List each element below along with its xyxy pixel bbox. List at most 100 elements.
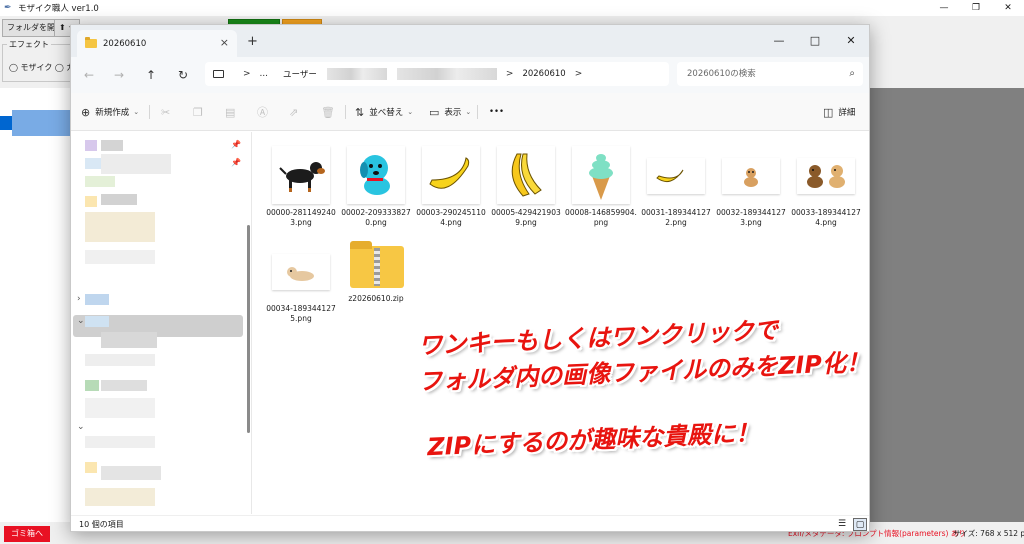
file-item[interactable]: 00005-4294219039.png (490, 146, 562, 238)
blurred-path-segment (396, 68, 497, 80)
file-item[interactable]: 00033-1893441274.png (790, 146, 862, 238)
plus-circle-icon: ⊕ (81, 105, 91, 119)
divider (345, 105, 346, 119)
file-item[interactable]: 00032-1893441273.png (715, 146, 787, 238)
file-name: 00005-4294219039.png (491, 208, 561, 227)
file-name: 00033-1893441274.png (791, 208, 861, 227)
chevron-right-icon[interactable]: › (77, 294, 81, 304)
zip-folder-icon (350, 241, 404, 288)
restore-icon[interactable]: ❐ (960, 0, 992, 16)
paste-button[interactable]: ▤ (225, 103, 240, 121)
scissors-icon: ✂ (161, 105, 171, 119)
details-view-icon[interactable]: ☰ (835, 518, 849, 531)
pane-divider[interactable] (251, 132, 252, 514)
banana-icon (647, 158, 705, 194)
search-placeholder: 20260610の検索 (687, 69, 756, 79)
new-button[interactable]: ⊕ 新規作成 ⌄ (81, 103, 139, 121)
chevron-down-icon: ⌄ (465, 108, 472, 116)
details-button[interactable]: ◫ 詳細 (823, 103, 855, 121)
nav-item[interactable] (85, 212, 155, 242)
close-icon[interactable]: ✕ (992, 0, 1024, 16)
dog-icon (272, 146, 330, 204)
folder-icon (85, 37, 97, 48)
minimize-icon[interactable]: — (928, 0, 960, 16)
chevron-down-icon[interactable]: ⌄ (77, 422, 85, 432)
nav-item[interactable] (101, 140, 123, 151)
dog-icon (347, 146, 405, 204)
cut-button[interactable]: ✂ (161, 103, 175, 121)
up-arrow-icon[interactable]: ↑ (141, 65, 161, 85)
maximize-icon[interactable]: □ (797, 25, 833, 57)
close-icon[interactable]: ✕ (833, 25, 869, 57)
view-label: 表示 (444, 108, 462, 118)
explorer-tabbar: 20260610 × + — □ ✕ (71, 25, 869, 57)
breadcrumb-user[interactable]: ユーザー (283, 68, 317, 80)
computer-icon (213, 70, 224, 78)
nav-item-icon (85, 294, 109, 305)
file-list-panel[interactable] (0, 88, 70, 522)
nav-item[interactable] (101, 332, 157, 348)
image-size-status: サイズ: 768 x 512 px (953, 529, 1024, 538)
back-arrow-icon[interactable]: ← (79, 65, 99, 85)
folder-icon (85, 462, 97, 473)
tab-label: 20260610 (103, 38, 147, 49)
file-item[interactable]: z20260610.zip (340, 241, 412, 334)
nav-item-icon (85, 316, 109, 327)
nav-item[interactable] (101, 154, 171, 174)
file-item[interactable]: 00031-1893441272.png (640, 146, 712, 238)
nav-item[interactable] (101, 194, 137, 205)
breadcrumb-separator: > (505, 69, 514, 79)
share-button[interactable]: ⇗ (289, 103, 303, 121)
tab-20260610[interactable]: 20260610 × (77, 30, 237, 57)
sort-button[interactable]: ⇅ 並べ替え ⌄ (355, 103, 413, 121)
file-item[interactable]: 00003-2902451104.png (415, 146, 487, 238)
address-bar-row: ← → ↑ ↻ > … ユーザー > 20260610 > 20260610の検… (71, 57, 869, 93)
copy-button[interactable]: ❐ (193, 103, 208, 121)
new-tab-button[interactable]: + (247, 34, 258, 49)
more-label: ••• (489, 107, 505, 117)
nav-item[interactable] (85, 488, 155, 506)
mosaic-radio[interactable]: ◯ モザイク ◯ ガ (9, 62, 74, 73)
nav-item[interactable] (85, 354, 155, 366)
details-label: 詳細 (838, 108, 856, 118)
sort-icon: ⇅ (355, 105, 365, 119)
tab-close-icon[interactable]: × (220, 36, 229, 49)
large-icons-view-icon[interactable]: ▢ (853, 518, 867, 531)
ice-cream-icon (572, 146, 630, 204)
selection-marker (0, 116, 12, 130)
forward-arrow-icon[interactable]: → (109, 65, 129, 85)
app-titlebar: ✒ モザイク職人 ver1.0 — ❐ ✕ (0, 0, 1024, 16)
minimize-icon[interactable]: — (761, 25, 797, 57)
file-item[interactable]: 00002-2093338270.png (340, 146, 412, 238)
nav-scrollbar[interactable] (247, 225, 250, 433)
more-options-button[interactable]: ••• (489, 103, 504, 121)
nav-item[interactable] (85, 250, 155, 264)
breadcrumb-current[interactable]: 20260610 (522, 69, 565, 79)
delete-button[interactable]: 🗑 (321, 103, 340, 121)
trash-button[interactable]: ゴミ箱へ (4, 526, 50, 542)
rename-button[interactable]: Ⓐ (257, 103, 273, 121)
breadcrumb-ellipsis[interactable]: … (260, 69, 269, 79)
app-window-controls: — ❐ ✕ (928, 0, 1024, 16)
effect-legend: エフェクト (7, 39, 51, 50)
dog-icon (797, 158, 855, 194)
search-input[interactable]: 20260610の検索 ⌕ (677, 62, 863, 86)
navigation-pane[interactable]: 📌 📌 › ⌄ ⌄ (71, 132, 245, 514)
view-icon: ▭ (429, 105, 440, 119)
nav-item-icon (85, 176, 115, 187)
selected-row[interactable] (12, 110, 70, 136)
nav-item[interactable] (101, 380, 147, 391)
file-name: 00008-146859904.png (565, 208, 637, 227)
nav-item[interactable] (85, 398, 155, 418)
file-name: 00003-2902451104.png (416, 208, 486, 227)
file-item[interactable]: 00034-1893441275.png (265, 242, 337, 334)
feather-icon: ✒ (4, 3, 12, 13)
refresh-icon[interactable]: ↻ (173, 65, 193, 85)
file-item[interactable]: 00000-2811492403.png (265, 146, 337, 238)
nav-item[interactable] (101, 466, 161, 480)
view-button[interactable]: ▭ 表示 ⌄ (429, 103, 471, 121)
address-bar[interactable]: > … ユーザー > 20260610 > (205, 62, 669, 86)
nav-item[interactable] (85, 436, 155, 448)
chevron-down-icon[interactable]: ⌄ (77, 316, 85, 326)
file-item[interactable]: 00008-146859904.png (565, 146, 637, 238)
